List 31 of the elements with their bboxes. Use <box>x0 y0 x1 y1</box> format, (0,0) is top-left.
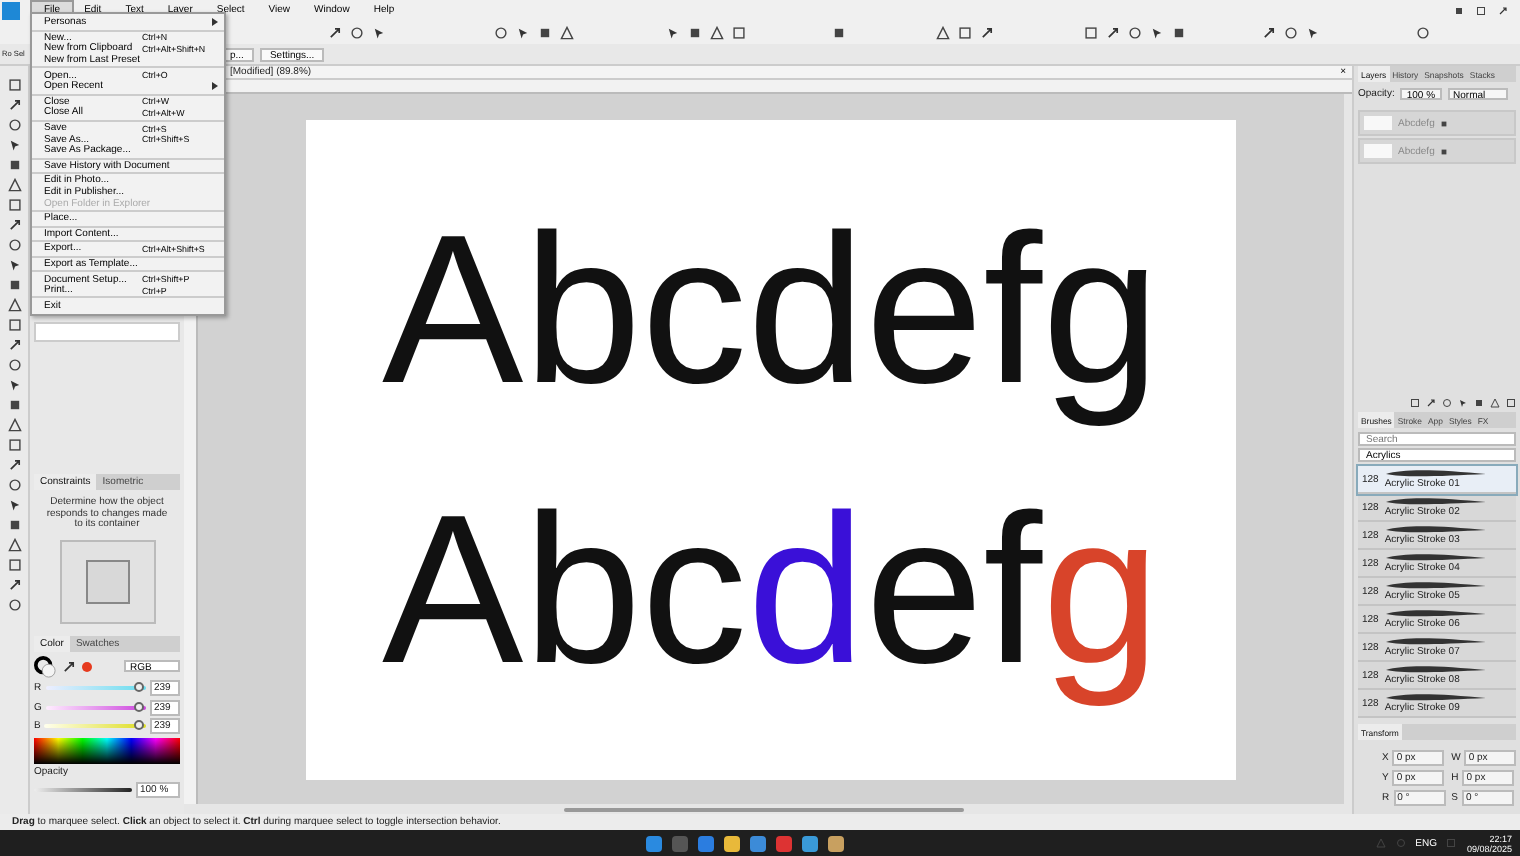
restore-icon[interactable] <box>1476 5 1486 15</box>
app-logo-icon[interactable] <box>2 1 20 19</box>
tool-icon[interactable] <box>7 598 21 612</box>
toolbar-icon[interactable] <box>980 25 994 39</box>
horizontal-scrollbar[interactable] <box>184 804 1352 814</box>
tool-icon[interactable] <box>7 218 21 232</box>
tool-icon[interactable] <box>7 98 21 112</box>
color-spectrum[interactable] <box>34 738 180 764</box>
slider-thumb[interactable] <box>133 682 144 692</box>
panel-tool-icon[interactable] <box>1426 397 1436 407</box>
tool-icon[interactable] <box>7 578 21 592</box>
slider-thumb[interactable] <box>133 701 144 711</box>
toolbar-icon[interactable] <box>1262 25 1276 39</box>
toolbar-icon[interactable] <box>1084 25 1098 39</box>
slider-thumb[interactable] <box>133 720 144 730</box>
panel-tool-icon[interactable] <box>1410 397 1420 407</box>
tool-icon[interactable] <box>7 458 21 472</box>
toolbar-icon[interactable] <box>1106 25 1120 39</box>
constraints-diagram[interactable] <box>59 539 155 623</box>
text-artwork: Abcdefg <box>382 189 1160 431</box>
layer-thumbnail <box>1364 116 1392 130</box>
panel-field[interactable] <box>34 322 180 342</box>
toolbar-icon[interactable] <box>1416 25 1430 39</box>
fill-stroke-icon[interactable] <box>34 655 56 677</box>
text-artwork: Abcdefg <box>382 469 1160 711</box>
toolbar-icon[interactable] <box>328 25 342 39</box>
color-dot-icon[interactable] <box>82 661 92 671</box>
toolbar-icon[interactable] <box>832 25 846 39</box>
tool-icon[interactable] <box>7 338 21 352</box>
tool-icon[interactable] <box>7 78 21 92</box>
layer-thumbnail <box>1364 144 1392 158</box>
